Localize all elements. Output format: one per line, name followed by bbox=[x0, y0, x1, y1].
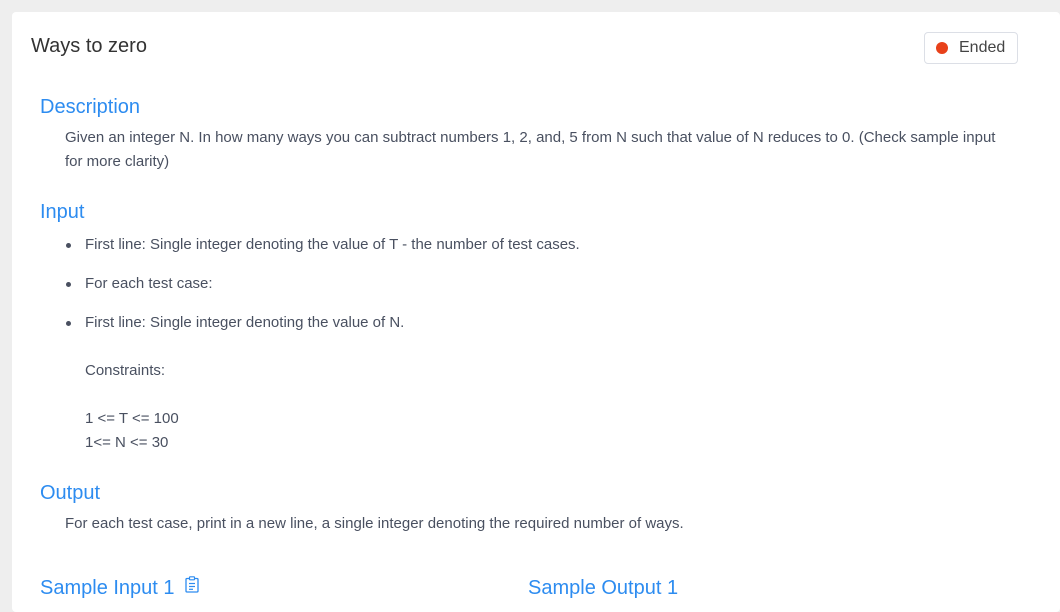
sample-input-label: Sample Input 1 bbox=[40, 577, 175, 599]
sample-input-heading: Sample Input 1 bbox=[40, 575, 199, 601]
list-item: First line: Single integer denoting the … bbox=[63, 311, 580, 335]
status-dot-icon bbox=[936, 42, 948, 54]
clipboard-icon[interactable] bbox=[184, 575, 199, 599]
description-text: Given an integer N. In how many ways you… bbox=[65, 129, 996, 170]
description-heading: Description bbox=[40, 96, 141, 118]
list-item: For each test case: bbox=[63, 272, 580, 296]
status-badge: Ended bbox=[924, 32, 1018, 64]
input-list: First line: Single integer denoting the … bbox=[63, 233, 580, 350]
constraints-label: Constraints: bbox=[85, 362, 166, 379]
problem-title: Ways to zero bbox=[31, 35, 147, 57]
problem-card: Ways to zero Ended Description Given an … bbox=[12, 12, 1060, 612]
output-text: For each test case, print in a new line,… bbox=[65, 515, 684, 532]
input-heading: Input bbox=[40, 201, 85, 223]
constraint-line: 1 <= T <= 100 bbox=[85, 410, 179, 427]
constraint-line: 1<= N <= 30 bbox=[85, 434, 169, 451]
sample-output-heading: Sample Output 1 bbox=[528, 577, 679, 599]
status-text: Ended bbox=[959, 39, 1006, 56]
list-item: First line: Single integer denoting the … bbox=[63, 233, 580, 257]
output-heading: Output bbox=[40, 482, 101, 504]
